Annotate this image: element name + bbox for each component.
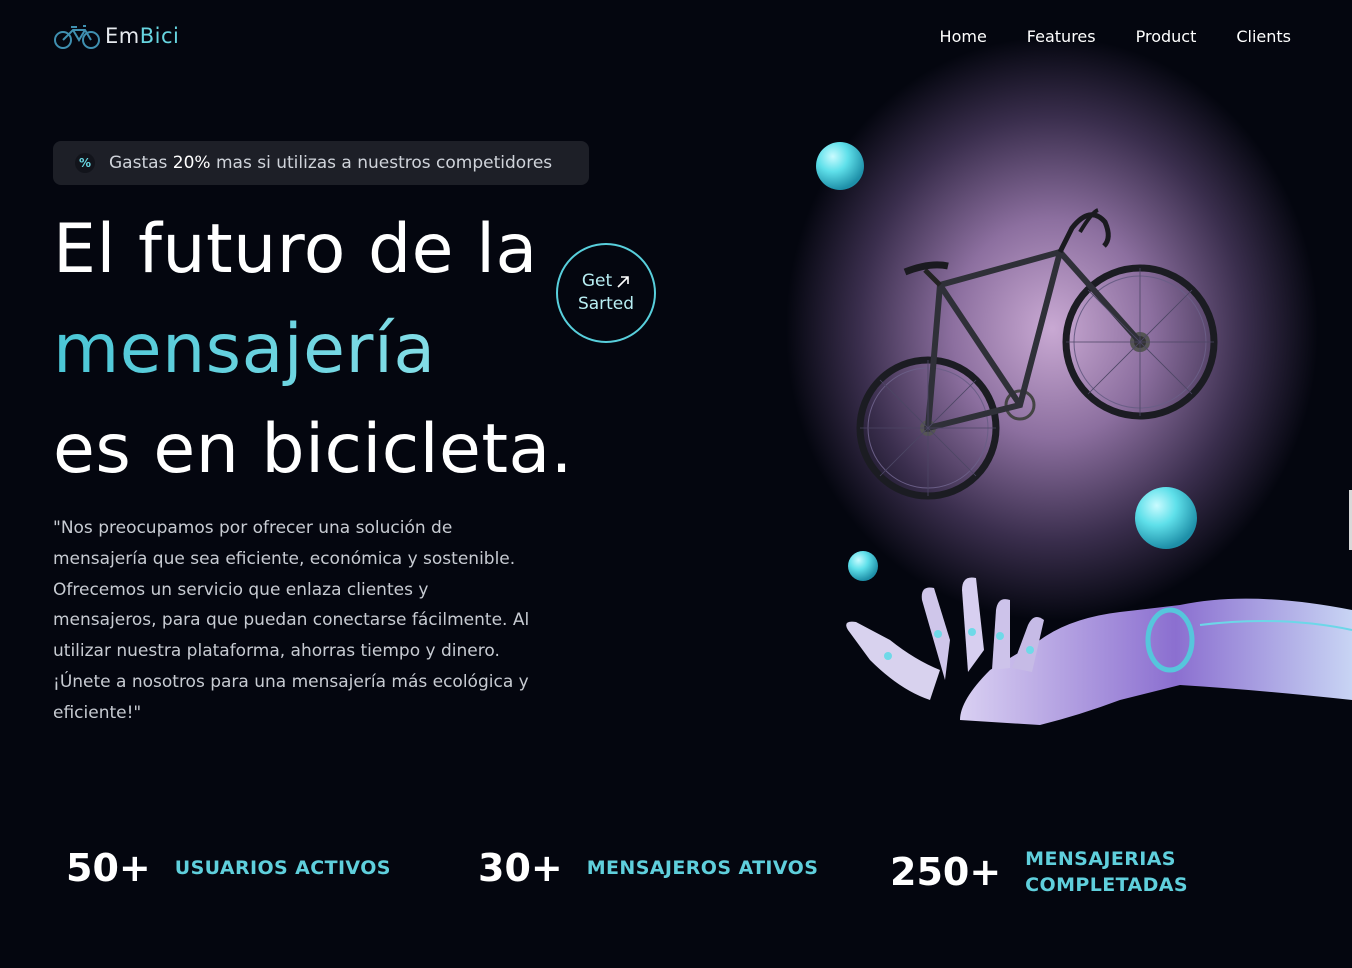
orb-top (816, 142, 864, 190)
brand-logo[interactable]: EmBici (53, 22, 179, 50)
stat-value: 250+ (890, 850, 1002, 894)
hero-headline: El futuro de la mensajería es en bicicle… (53, 200, 613, 500)
promo-badge: % Gastas 20% mas si utilizas a nuestros … (53, 141, 589, 185)
nav-home[interactable]: Home (940, 27, 987, 46)
orb-small (848, 551, 878, 581)
stat-label: MENSAJEROS ATIVOS (586, 857, 819, 879)
landing-page: EmBici Home Features Product Clients % G… (0, 0, 1352, 968)
bicycle-icon (54, 25, 100, 49)
nav-features[interactable]: Features (1027, 27, 1096, 46)
robot-hand-image (846, 577, 1352, 725)
headline-line-1: El futuro de la (53, 210, 538, 289)
nav-clients[interactable]: Clients (1236, 27, 1291, 46)
headline-line-3: es en bicicleta. (53, 410, 573, 489)
promo-text: Gastas 20% mas si utilizas a nuestros co… (109, 153, 553, 173)
stat-value: 50+ (66, 846, 151, 890)
cta-label-line2: Sarted (577, 294, 635, 314)
orb-right (1135, 487, 1197, 549)
hero-description: "Nos preocupamos por ofrecer una solució… (53, 518, 530, 723)
percent-icon: % (75, 153, 95, 173)
stat-deliveries: 250+ MENSAJERIAS COMPLETADAS (890, 846, 1188, 898)
brand-name: EmBici (105, 24, 180, 48)
nav-product[interactable]: Product (1136, 27, 1197, 46)
arrow-up-right-icon (617, 275, 629, 288)
main-nav: Home Features Product Clients (940, 27, 1291, 46)
stat-couriers: 30+ MENSAJEROS ATIVOS (478, 846, 818, 890)
get-started-button[interactable]: Get Sarted (556, 243, 656, 343)
cta-label-line1: Get (581, 271, 613, 291)
stat-value: 30+ (478, 846, 563, 890)
bicycle-image (856, 208, 1218, 500)
headline-line-2: mensajería (53, 300, 613, 400)
stat-users: 50+ USUARIOS ACTIVOS (66, 846, 391, 890)
stat-label: USUARIOS ACTIVOS (174, 857, 391, 879)
stat-label: MENSAJERIAS COMPLETADAS (1025, 848, 1188, 896)
